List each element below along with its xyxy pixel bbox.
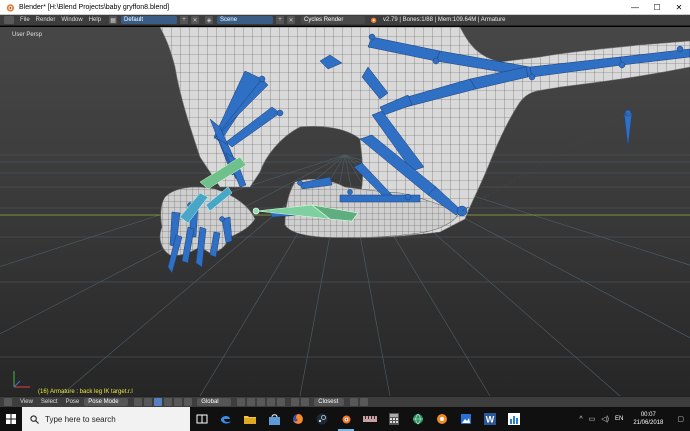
- rotate-manipulator-icon[interactable]: [174, 398, 183, 406]
- blender-logo-icon: [371, 17, 377, 23]
- app-button-orange[interactable]: [430, 407, 454, 431]
- store-button[interactable]: [262, 407, 286, 431]
- viewport-shading-icon[interactable]: [134, 398, 143, 406]
- lock-icon[interactable]: [291, 398, 300, 406]
- layer-toggle-icon[interactable]: [277, 398, 286, 406]
- search-placeholder: Type here to search: [45, 414, 116, 424]
- scene-icon[interactable]: ◈: [205, 16, 214, 24]
- window-title-bar: Blender* [H:\Blend Projects\baby gryffon…: [0, 0, 690, 15]
- search-icon: [30, 414, 39, 424]
- remove-scene-button[interactable]: ✕: [287, 16, 296, 24]
- menu-pose[interactable]: Pose: [66, 399, 80, 405]
- scene-field[interactable]: Scene: [217, 16, 274, 24]
- layer-toggle-icon[interactable]: [267, 398, 276, 406]
- word-icon: W: [484, 413, 496, 425]
- window-title: Blender* [H:\Blend Projects\baby gryffon…: [19, 3, 170, 11]
- layer-toggle-icon[interactable]: [237, 398, 246, 406]
- scene-info: v2.79 | Bones:1/88 | Mem:109.64M | Armat…: [383, 17, 506, 23]
- task-view-icon: [196, 414, 208, 424]
- pivot-point-icon[interactable]: [144, 398, 153, 406]
- taskbar-search-box[interactable]: Type here to search: [22, 407, 190, 431]
- app-button-photos[interactable]: [454, 407, 478, 431]
- steam-icon: [316, 413, 328, 425]
- add-scene-button[interactable]: +: [276, 16, 285, 24]
- remove-layout-button[interactable]: ✕: [191, 16, 200, 24]
- chart-app-icon: [508, 413, 520, 425]
- add-layout-button[interactable]: +: [180, 16, 189, 24]
- edge-icon: [221, 414, 231, 424]
- menu-render[interactable]: Render: [36, 17, 56, 23]
- mode-select[interactable]: Pose Mode: [84, 398, 129, 406]
- axis-gizmo-icon: [13, 371, 30, 388]
- taskbar-clock[interactable]: 00:07 21/06/2018: [633, 411, 663, 427]
- blender-icon: [6, 3, 15, 12]
- task-view-button[interactable]: [190, 407, 214, 431]
- viewport-scene[interactable]: [0, 27, 690, 396]
- render-engine-select[interactable]: Cycles Render: [301, 16, 366, 24]
- editor-type-icon[interactable]: [4, 16, 14, 24]
- 3d-viewport[interactable]: User Persp (16) Armature : back leg IK t…: [0, 27, 690, 396]
- viewport-perspective-label: User Persp: [12, 32, 43, 38]
- screen-layout-icon[interactable]: ▦: [109, 16, 118, 24]
- system-tray: ^ ▭ ◁) EN 00:07 21/06/2018 ▢: [579, 407, 690, 431]
- windows-start-button[interactable]: [0, 407, 22, 431]
- 3d-view-header: View Select Pose Pose Mode Global Closes…: [0, 396, 690, 407]
- blender-taskbar-button[interactable]: [334, 407, 358, 431]
- menu-view[interactable]: View: [20, 399, 33, 405]
- menu-help[interactable]: Help: [89, 17, 101, 23]
- render-preview-icon[interactable]: [350, 398, 359, 406]
- app-button-globe[interactable]: [406, 407, 430, 431]
- maximize-button[interactable]: ☐: [646, 0, 668, 15]
- manipulator-toggle-icon[interactable]: [154, 398, 163, 406]
- menu-file[interactable]: File: [20, 17, 30, 23]
- blender-info-header: File Render Window Help ▦ Default + ✕ ◈ …: [0, 15, 690, 26]
- app-button-chart[interactable]: [502, 407, 526, 431]
- clock-time: 00:07: [640, 412, 656, 418]
- windows-start-icon: [6, 414, 16, 424]
- action-center-icon[interactable]: ▢: [677, 415, 684, 423]
- input-language[interactable]: EN: [615, 416, 623, 422]
- app-button-ruler[interactable]: [358, 407, 382, 431]
- volume-icon[interactable]: ◁): [601, 415, 609, 423]
- app-button-calculator[interactable]: [382, 407, 406, 431]
- firefox-button[interactable]: [286, 407, 310, 431]
- ruler-app-icon: [363, 416, 377, 422]
- word-button[interactable]: W: [478, 407, 502, 431]
- layer-toggle-icon[interactable]: [257, 398, 266, 406]
- network-icon[interactable]: ▭: [589, 415, 596, 423]
- globe-icon: [413, 413, 423, 425]
- clock-date: 21/06/2018: [633, 420, 664, 426]
- edge-button[interactable]: [214, 407, 238, 431]
- show-hidden-icons-icon[interactable]: ^: [579, 416, 582, 423]
- transform-orientation-select[interactable]: Global: [197, 398, 232, 406]
- svg-text:W: W: [486, 415, 495, 425]
- snap-target-select[interactable]: Closest: [314, 398, 345, 406]
- photos-icon: [461, 414, 471, 424]
- layer-toggle-icon[interactable]: [247, 398, 256, 406]
- snap-toggle-icon[interactable]: [301, 398, 310, 406]
- translate-manipulator-icon[interactable]: [164, 398, 173, 406]
- store-icon: [268, 413, 280, 425]
- close-button[interactable]: ✕: [668, 0, 690, 15]
- minimize-button[interactable]: —: [624, 0, 646, 15]
- calculator-icon: [389, 413, 399, 425]
- menu-select[interactable]: Select: [41, 399, 58, 405]
- viewport-active-bone-status: (16) Armature : back leg IK target.r.l: [38, 389, 133, 395]
- screen-layout-field[interactable]: Default: [121, 16, 178, 24]
- menu-window[interactable]: Window: [61, 17, 82, 23]
- windows-taskbar: Type here to search W ^ ▭ ◁) EN 00:07 21…: [0, 407, 690, 431]
- view3d-editor-icon[interactable]: [4, 398, 12, 406]
- file-explorer-button[interactable]: [238, 407, 262, 431]
- render-animation-icon[interactable]: [360, 398, 369, 406]
- firefox-icon: [293, 414, 303, 424]
- blender-taskbar-icon: [342, 415, 351, 424]
- file-explorer-icon: [244, 416, 256, 424]
- scale-manipulator-icon[interactable]: [184, 398, 193, 406]
- steam-button[interactable]: [310, 407, 334, 431]
- orange-app-icon: [437, 414, 447, 424]
